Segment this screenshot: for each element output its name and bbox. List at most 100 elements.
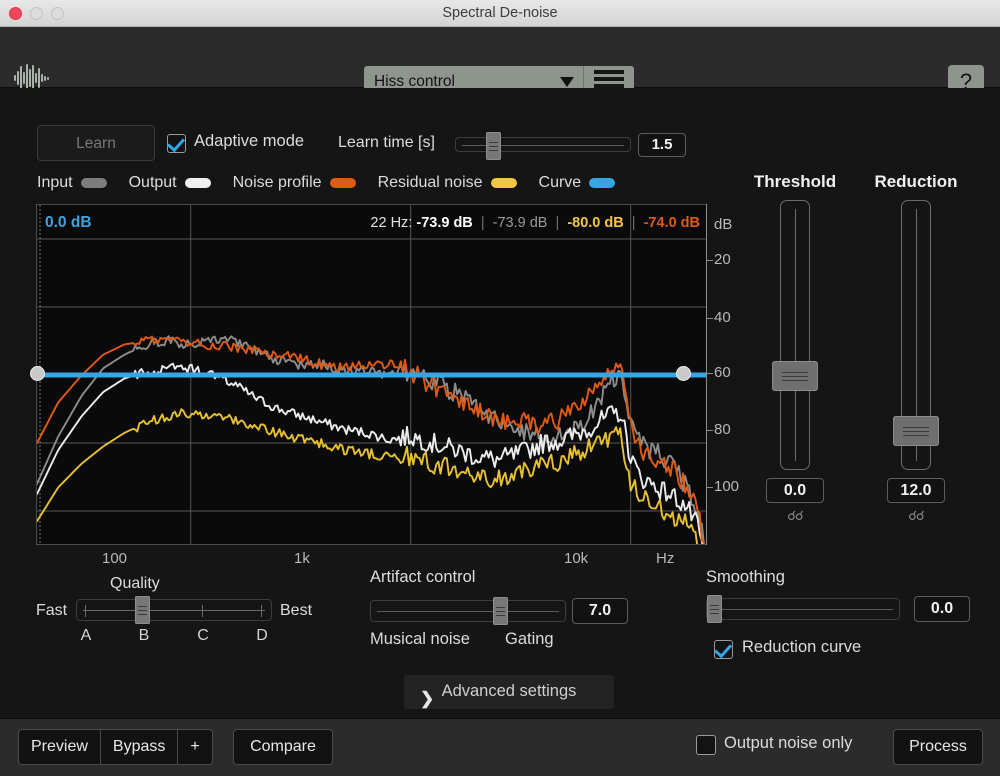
quality-title: Quality xyxy=(110,575,160,592)
artifact-max-label: Gating xyxy=(505,630,554,648)
readout-input-db: -73.9 dB xyxy=(492,215,548,231)
output-noise-only-label: Output noise only xyxy=(724,734,853,752)
legend-swatch-input xyxy=(80,178,107,188)
learn-button[interactable]: Learn xyxy=(37,125,155,161)
learn-time-value[interactable]: 1.5 xyxy=(638,133,686,157)
legend-item-noise-profile: Noise profile xyxy=(233,174,356,192)
output-noise-only-checkbox[interactable] xyxy=(696,735,716,755)
legend-label: Curve xyxy=(538,174,582,191)
reduction-slider[interactable] xyxy=(893,200,939,470)
threshold-value[interactable]: 0.0 xyxy=(766,478,824,503)
bypass-button[interactable]: Bypass xyxy=(99,729,178,765)
readout-noise-db: -74.0 dB xyxy=(643,215,700,231)
y-tick-80: 80 xyxy=(714,421,731,438)
graph-readout: 22 Hz: -73.9 dB | -73.9 dB | -80.0 dB | … xyxy=(370,215,700,231)
curve-left-handle[interactable] xyxy=(30,366,45,381)
plugin-window: Spectral De-noise Hiss control ? Learn A… xyxy=(0,0,1000,776)
readout-residual-db: -80.0 dB xyxy=(567,215,624,231)
advanced-settings-button[interactable]: ❯ Advanced settings xyxy=(404,675,614,709)
advanced-settings-label: Advanced settings xyxy=(441,682,577,700)
legend-label: Output xyxy=(128,174,177,191)
graph-legend: Input Output Noise profile Residual nois… xyxy=(37,172,627,194)
readout-separator: | xyxy=(480,215,485,231)
quality-option-a[interactable]: A xyxy=(81,627,92,645)
legend-swatch-curve xyxy=(589,178,616,188)
quality-option-d[interactable]: D xyxy=(256,627,268,645)
y-axis-title: dB xyxy=(714,216,733,233)
legend-label: Noise profile xyxy=(232,174,322,191)
artifact-control-title: Artifact control xyxy=(370,568,476,586)
y-tick-40: 40 xyxy=(714,309,731,326)
smoothing-slider[interactable] xyxy=(706,595,900,623)
chevron-down-icon xyxy=(560,77,574,87)
legend-item-curve: Curve xyxy=(539,174,616,192)
threshold-slider[interactable] xyxy=(772,200,818,470)
threshold-slider-thumb[interactable] xyxy=(772,361,818,391)
curve-right-handle[interactable] xyxy=(676,366,691,381)
reduction-curve-label: Reduction curve xyxy=(742,638,862,656)
compare-button[interactable]: Compare xyxy=(233,729,333,765)
legend-item-residual-noise: Residual noise xyxy=(378,174,517,192)
window-titlebar: Spectral De-noise xyxy=(0,0,1000,27)
slider-track xyxy=(795,209,796,461)
chain-link-icon[interactable]: ☌☌ xyxy=(861,508,971,524)
x-axis-title: Hz xyxy=(656,550,675,567)
smoothing-slider-thumb[interactable] xyxy=(707,595,722,623)
readout-separator: | xyxy=(631,215,636,231)
y-tick-100: 100 xyxy=(714,478,740,495)
reduction-value[interactable]: 12.0 xyxy=(887,478,945,503)
slider-track xyxy=(713,609,893,610)
smoothing-title: Smoothing xyxy=(706,568,785,586)
readout-output-db: -73.9 dB xyxy=(416,215,473,231)
learn-time-slider-thumb[interactable] xyxy=(486,132,501,160)
transport-button-group: Preview Bypass + xyxy=(18,729,213,765)
artifact-min-label: Musical noise xyxy=(370,630,470,648)
slider-track xyxy=(83,610,265,611)
smoothing-value[interactable]: 0.0 xyxy=(914,596,970,622)
quality-options: A B C D xyxy=(76,627,272,647)
quality-min-label: Fast xyxy=(36,602,68,619)
graph-left-db-label: 0.0 dB xyxy=(45,214,92,231)
readout-separator: | xyxy=(555,215,560,231)
chevron-right-icon: ❯ xyxy=(420,689,435,708)
reduction-label: Reduction xyxy=(874,172,958,191)
quality-max-label: Best xyxy=(280,602,313,619)
artifact-slider[interactable] xyxy=(370,597,566,625)
legend-item-output: Output xyxy=(129,174,211,192)
legend-item-input: Input xyxy=(37,174,107,192)
quality-slider-thumb[interactable] xyxy=(135,596,150,624)
quality-slider[interactable] xyxy=(76,596,272,624)
slider-track xyxy=(377,611,559,612)
y-tick-60: 60 xyxy=(714,364,731,381)
artifact-slider-thumb[interactable] xyxy=(493,597,508,625)
artifact-value[interactable]: 7.0 xyxy=(572,598,628,624)
threshold-label: Threshold xyxy=(753,172,837,191)
reduction-slider-thumb[interactable] xyxy=(893,416,939,446)
smoothing-control: Smoothing 0.0 Reduction curve xyxy=(706,568,996,663)
reduction-curve-checkbox[interactable] xyxy=(714,640,733,659)
legend-swatch-residual-noise xyxy=(490,178,517,188)
legend-label: Residual noise xyxy=(377,174,483,191)
learn-time-slider[interactable] xyxy=(455,132,631,160)
legend-swatch-noise-profile xyxy=(329,178,356,188)
y-tick-20: 20 xyxy=(714,251,731,268)
process-button[interactable]: Process xyxy=(893,729,983,765)
y-axis-line xyxy=(706,204,707,545)
quality-option-c[interactable]: C xyxy=(197,627,209,645)
adaptive-mode-label: Adaptive mode xyxy=(194,132,305,150)
preview-button[interactable]: Preview xyxy=(18,729,100,765)
chain-link-icon[interactable]: ☌☌ xyxy=(740,508,850,524)
readout-frequency: 22 Hz: xyxy=(370,215,413,231)
spectrum-plot xyxy=(37,205,706,544)
artifact-control: Artifact control 7.0 Musical noise Gatin… xyxy=(370,568,670,648)
x-tick-10k: 10k xyxy=(564,550,589,567)
learn-time-label: Learn time [s] xyxy=(338,134,435,151)
adaptive-mode-checkbox[interactable] xyxy=(167,134,186,153)
spectrum-graph[interactable]: 0.0 dB 22 Hz: -73.9 dB | -73.9 dB | -80.… xyxy=(36,204,706,545)
window-title: Spectral De-noise xyxy=(442,5,558,21)
x-tick-100: 100 xyxy=(102,550,128,567)
add-bypass-button[interactable]: + xyxy=(177,729,213,765)
plugin-header: Hiss control ? xyxy=(0,27,1000,99)
quality-option-b[interactable]: B xyxy=(139,627,150,645)
quality-control: Quality Fast Best A B C D xyxy=(32,575,332,645)
